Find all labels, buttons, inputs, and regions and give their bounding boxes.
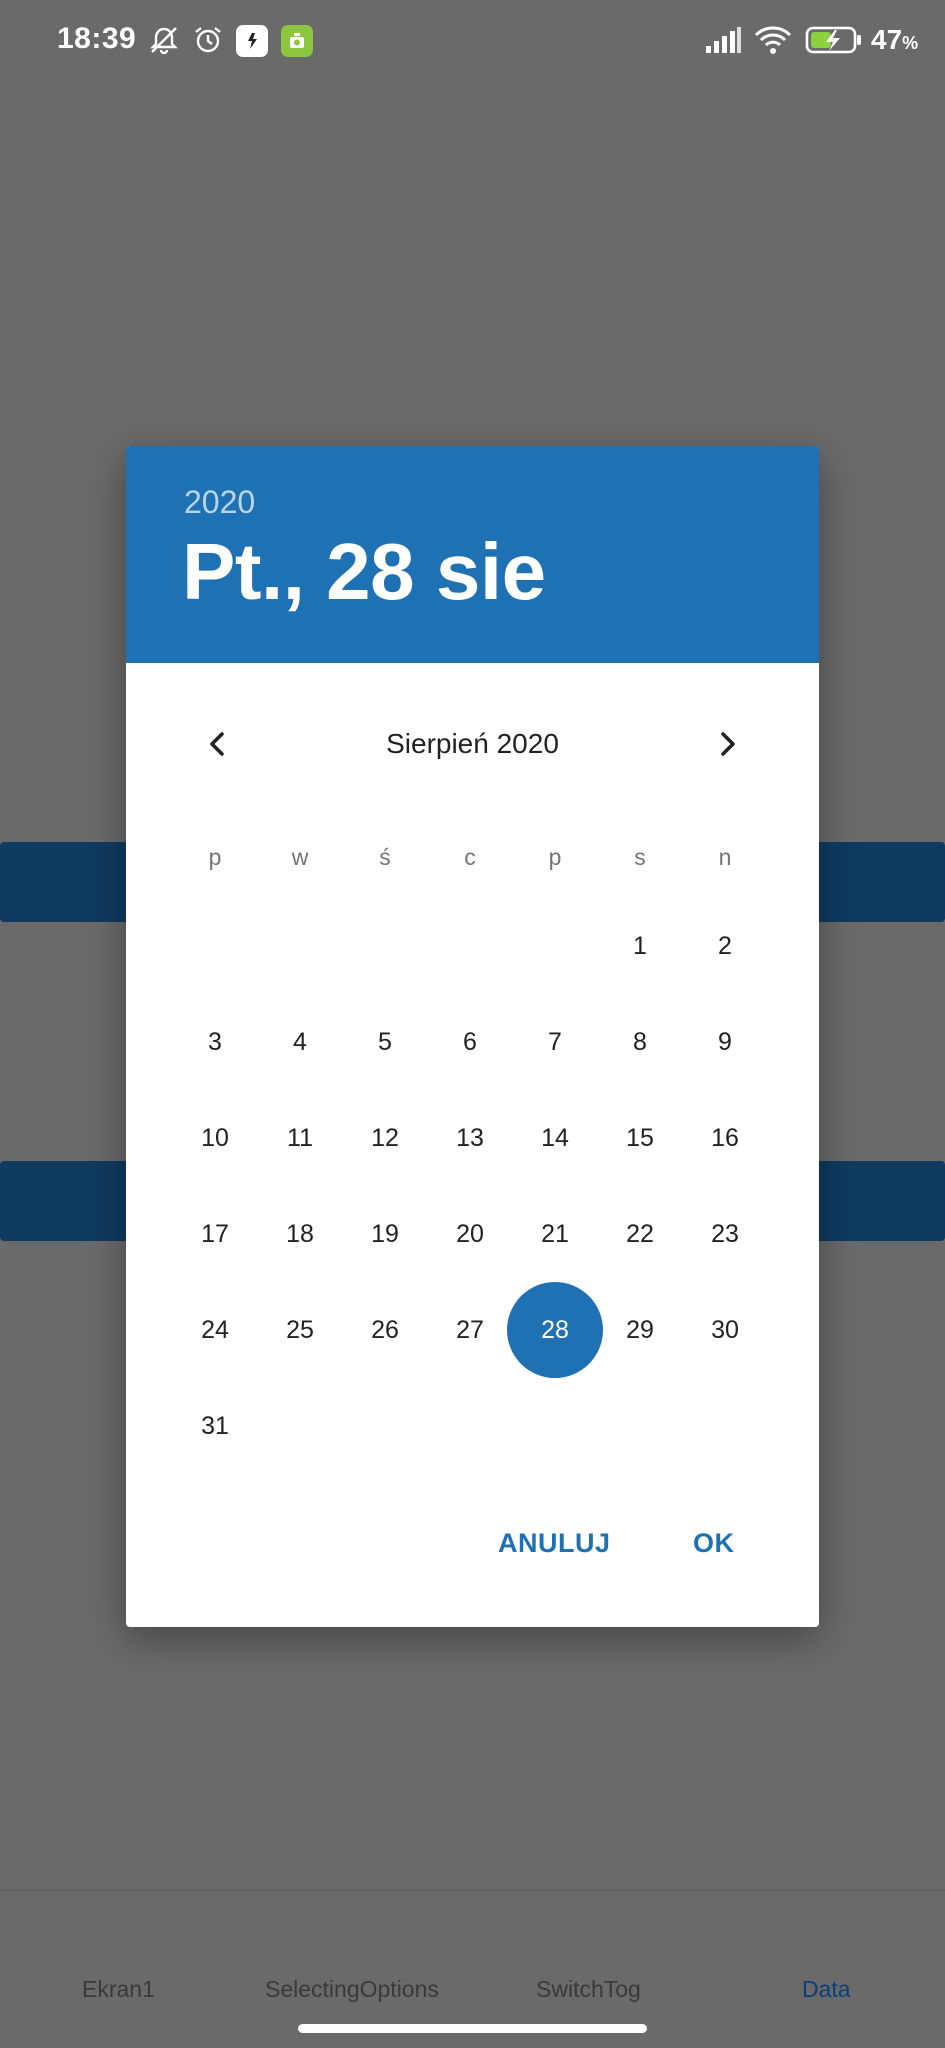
date-picker-dialog: 2020 Pt., 28 sie Sierpień 2020 p w ś c p… bbox=[126, 446, 819, 1627]
nav-tab-data[interactable]: Data bbox=[802, 1976, 851, 2003]
calendar-day[interactable]: 21 bbox=[507, 1186, 603, 1282]
nav-tab-ekran1[interactable]: Ekran1 bbox=[82, 1976, 155, 2003]
weekday-label: p bbox=[548, 844, 562, 870]
weekday-label: n bbox=[718, 844, 732, 870]
app-icon-green bbox=[281, 25, 313, 57]
calendar-day[interactable]: 5 bbox=[337, 994, 433, 1090]
wifi-icon bbox=[752, 22, 794, 58]
calendar-day[interactable]: 11 bbox=[252, 1090, 348, 1186]
ok-button[interactable]: OK bbox=[693, 1528, 735, 1559]
nav-tab-selectingoptions[interactable]: SelectingOptions bbox=[265, 1976, 439, 2003]
next-month-button[interactable] bbox=[699, 716, 755, 772]
calendar-day[interactable]: 22 bbox=[592, 1186, 688, 1282]
status-bar: 18:39 47% bbox=[0, 0, 945, 84]
date-picker-header: 2020 Pt., 28 sie bbox=[126, 446, 819, 663]
battery-charging-icon bbox=[804, 22, 864, 58]
calendar-day[interactable]: 17 bbox=[167, 1186, 263, 1282]
calendar-day[interactable]: 7 bbox=[507, 994, 603, 1090]
header-selected-date[interactable]: Pt., 28 sie bbox=[182, 526, 546, 618]
month-navigation: Sierpień 2020 bbox=[126, 708, 819, 778]
home-indicator[interactable] bbox=[298, 2024, 647, 2033]
calendar-day[interactable]: 24 bbox=[167, 1282, 263, 1378]
calendar-day[interactable]: 14 bbox=[507, 1090, 603, 1186]
calendar-day[interactable]: 1 bbox=[592, 898, 688, 994]
weekday-label: s bbox=[634, 844, 646, 870]
calendar-day-selected[interactable]: 28 bbox=[507, 1282, 603, 1378]
calendar-day[interactable]: 26 bbox=[337, 1282, 433, 1378]
chevron-right-icon bbox=[721, 732, 735, 756]
nav-tab-switchtog[interactable]: SwitchTog bbox=[536, 1976, 641, 2003]
bell-off-icon bbox=[146, 22, 182, 58]
calendar-day[interactable]: 6 bbox=[422, 994, 518, 1090]
calendar-day[interactable]: 31 bbox=[167, 1378, 263, 1474]
calendar-day[interactable]: 23 bbox=[677, 1186, 773, 1282]
calendar-day[interactable]: 15 bbox=[592, 1090, 688, 1186]
calendar-day[interactable]: 4 bbox=[252, 994, 348, 1090]
status-time: 18:39 bbox=[57, 22, 137, 55]
signal-icon bbox=[703, 22, 743, 58]
calendar-day[interactable]: 20 bbox=[422, 1186, 518, 1282]
calendar-day[interactable]: 9 bbox=[677, 994, 773, 1090]
calendar-day[interactable]: 27 bbox=[422, 1282, 518, 1378]
calendar-day[interactable]: 16 bbox=[677, 1090, 773, 1186]
calendar-day[interactable]: 2 bbox=[677, 898, 773, 994]
calendar-day[interactable]: 12 bbox=[337, 1090, 433, 1186]
weekday-label: c bbox=[464, 844, 476, 870]
weekday-label: ś bbox=[379, 844, 391, 870]
cancel-button[interactable]: ANULUJ bbox=[498, 1528, 611, 1559]
calendar-day[interactable]: 3 bbox=[167, 994, 263, 1090]
weekday-label: p bbox=[208, 844, 222, 870]
calendar-day[interactable]: 18 bbox=[252, 1186, 348, 1282]
calendar-day[interactable]: 30 bbox=[677, 1282, 773, 1378]
weekday-label: w bbox=[291, 844, 309, 870]
battery-percentage: 47% bbox=[871, 24, 919, 55]
calendar-day[interactable]: 8 bbox=[592, 994, 688, 1090]
calendar-day[interactable]: 13 bbox=[422, 1090, 518, 1186]
calendar-day[interactable]: 25 bbox=[252, 1282, 348, 1378]
app-icon-white bbox=[236, 25, 268, 57]
header-year[interactable]: 2020 bbox=[184, 484, 255, 521]
calendar-day[interactable]: 10 bbox=[167, 1090, 263, 1186]
alarm-icon bbox=[190, 22, 226, 58]
calendar-day[interactable]: 29 bbox=[592, 1282, 688, 1378]
calendar-day[interactable]: 19 bbox=[337, 1186, 433, 1282]
